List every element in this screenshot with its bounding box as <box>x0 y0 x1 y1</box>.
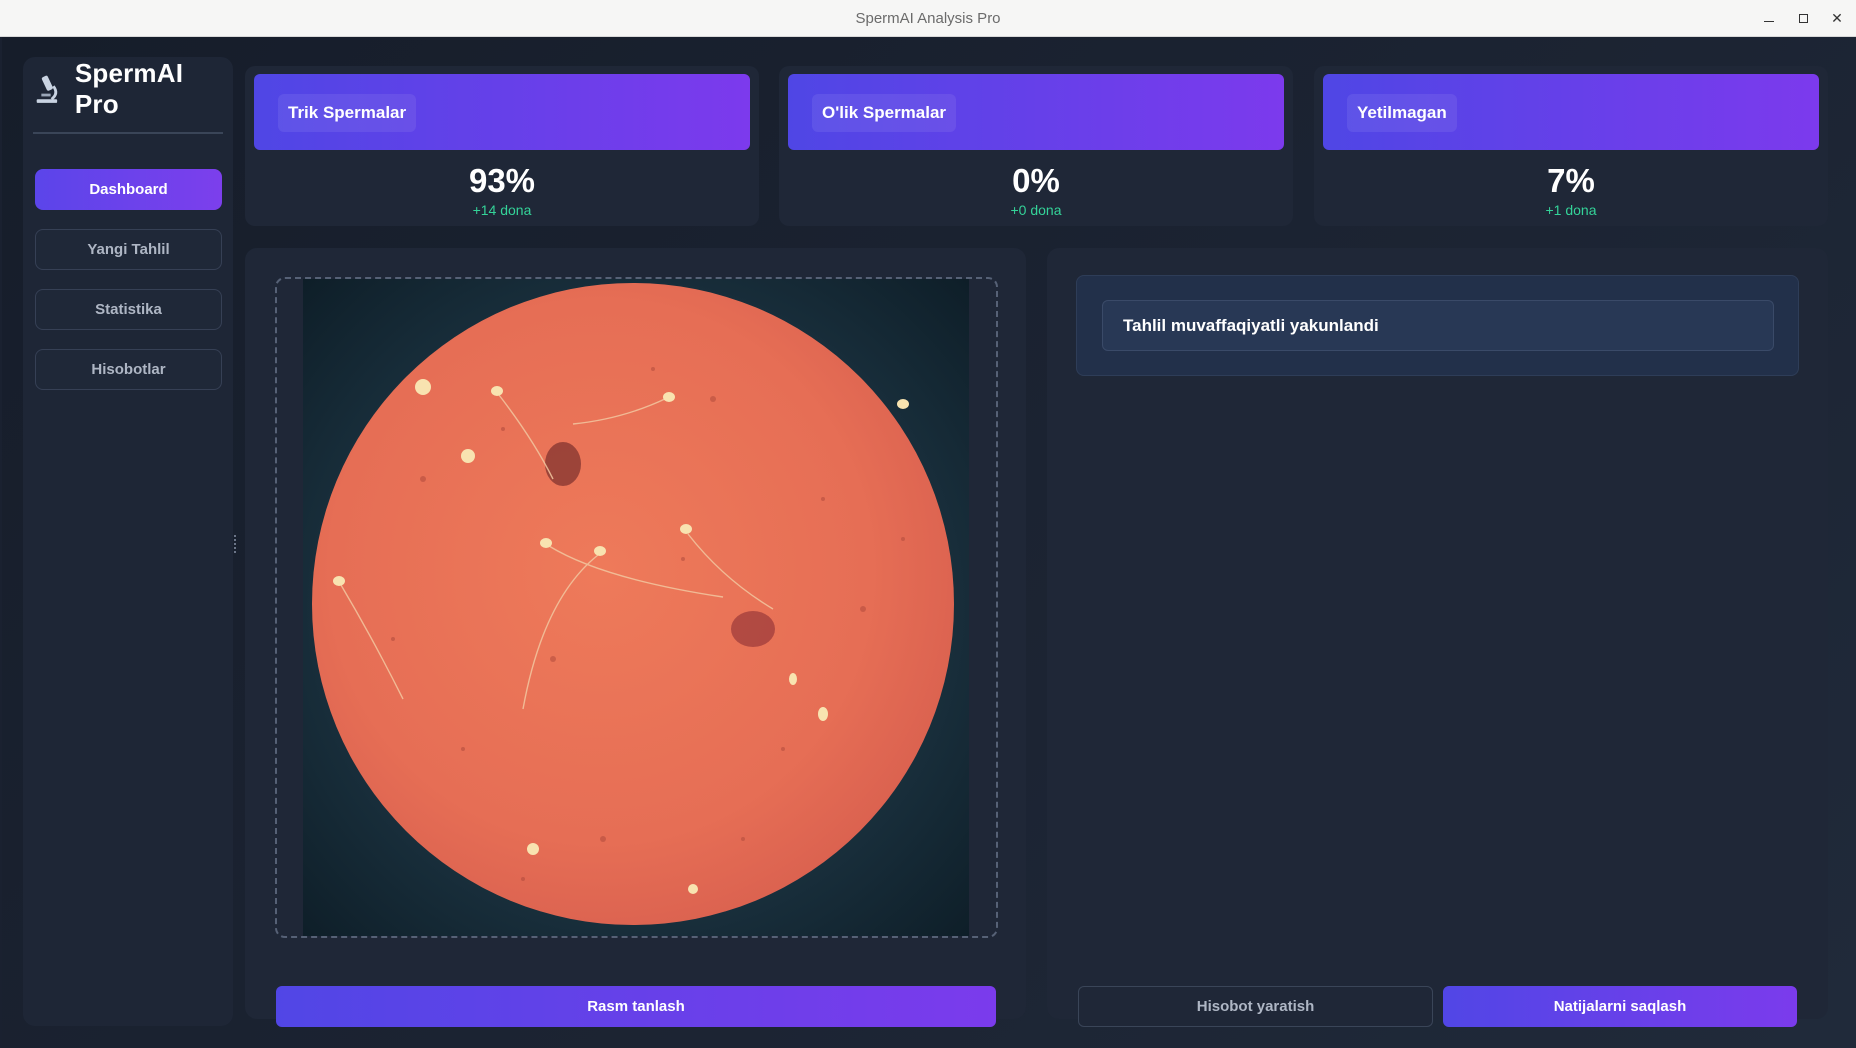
stat-card-dead: O'lik Spermalar 0% +0 dona <box>779 66 1293 226</box>
result-status-message: Tahlil muvaffaqiyatli yakunlandi <box>1102 300 1774 351</box>
brand: SpermAI Pro <box>33 58 223 119</box>
result-status-box: Tahlil muvaffaqiyatli yakunlandi <box>1076 275 1799 376</box>
app-window: SpermAI Pro Dashboard Yangi Tahlil Stati… <box>2 37 1856 1048</box>
nav-yangi-tahlil[interactable]: Yangi Tahlil <box>35 229 222 270</box>
stat-card-immature: Yetilmagan 7% +1 dona <box>1314 66 1828 226</box>
sidebar: SpermAI Pro Dashboard Yangi Tahlil Stati… <box>23 57 233 1026</box>
stat-card-delta: +0 dona <box>1010 202 1062 218</box>
stat-card-delta: +1 dona <box>1545 202 1597 218</box>
minimize-icon <box>1764 20 1774 23</box>
close-icon: ✕ <box>1831 10 1843 26</box>
maximize-button[interactable] <box>1786 0 1820 37</box>
microscope-image-graphic <box>312 283 954 925</box>
stat-card-value: 93% <box>468 162 536 199</box>
maximize-icon <box>1798 14 1808 23</box>
stat-card-label: Yetilmagan <box>1347 94 1457 132</box>
stat-card-live: Trik Spermalar 93% +14 dona <box>245 66 759 226</box>
stat-card-header: O'lik Spermalar <box>788 74 1284 150</box>
minimize-button[interactable] <box>1752 0 1786 37</box>
stat-card-value: 7% <box>1547 162 1595 199</box>
select-image-button[interactable]: Rasm tanlash <box>276 986 996 1027</box>
stat-card-label: Trik Spermalar <box>278 94 417 132</box>
microscope-image <box>303 279 969 936</box>
stat-card-label: O'lik Spermalar <box>812 94 957 132</box>
image-drop-zone[interactable] <box>275 277 998 938</box>
splitter-handle[interactable] <box>234 535 236 553</box>
generate-report-button[interactable]: Hisobot yaratish <box>1078 986 1433 1027</box>
brand-divider <box>33 132 223 134</box>
nav-dashboard[interactable]: Dashboard <box>35 169 222 210</box>
stat-card-delta: +14 dona <box>472 202 532 218</box>
microscope-icon <box>36 75 58 103</box>
close-button[interactable]: ✕ <box>1820 0 1854 37</box>
results-panel: Tahlil muvaffaqiyatli yakunlandi Hisobot… <box>1047 248 1828 1027</box>
image-panel: Rasm tanlash <box>245 248 1026 1027</box>
window-titlebar: SpermAI Analysis Pro ✕ <box>0 0 1856 37</box>
save-results-button[interactable]: Natijalarni saqlash <box>1443 986 1797 1027</box>
brand-name: SpermAI Pro <box>74 58 184 119</box>
window-title: SpermAI Analysis Pro <box>855 9 1001 27</box>
stat-card-header: Yetilmagan <box>1323 74 1819 150</box>
nav-hisobotlar[interactable]: Hisobotlar <box>35 349 222 390</box>
stat-card-value: 0% <box>1012 162 1060 199</box>
stat-card-header: Trik Spermalar <box>254 74 750 150</box>
nav-statistika[interactable]: Statistika <box>35 289 222 330</box>
